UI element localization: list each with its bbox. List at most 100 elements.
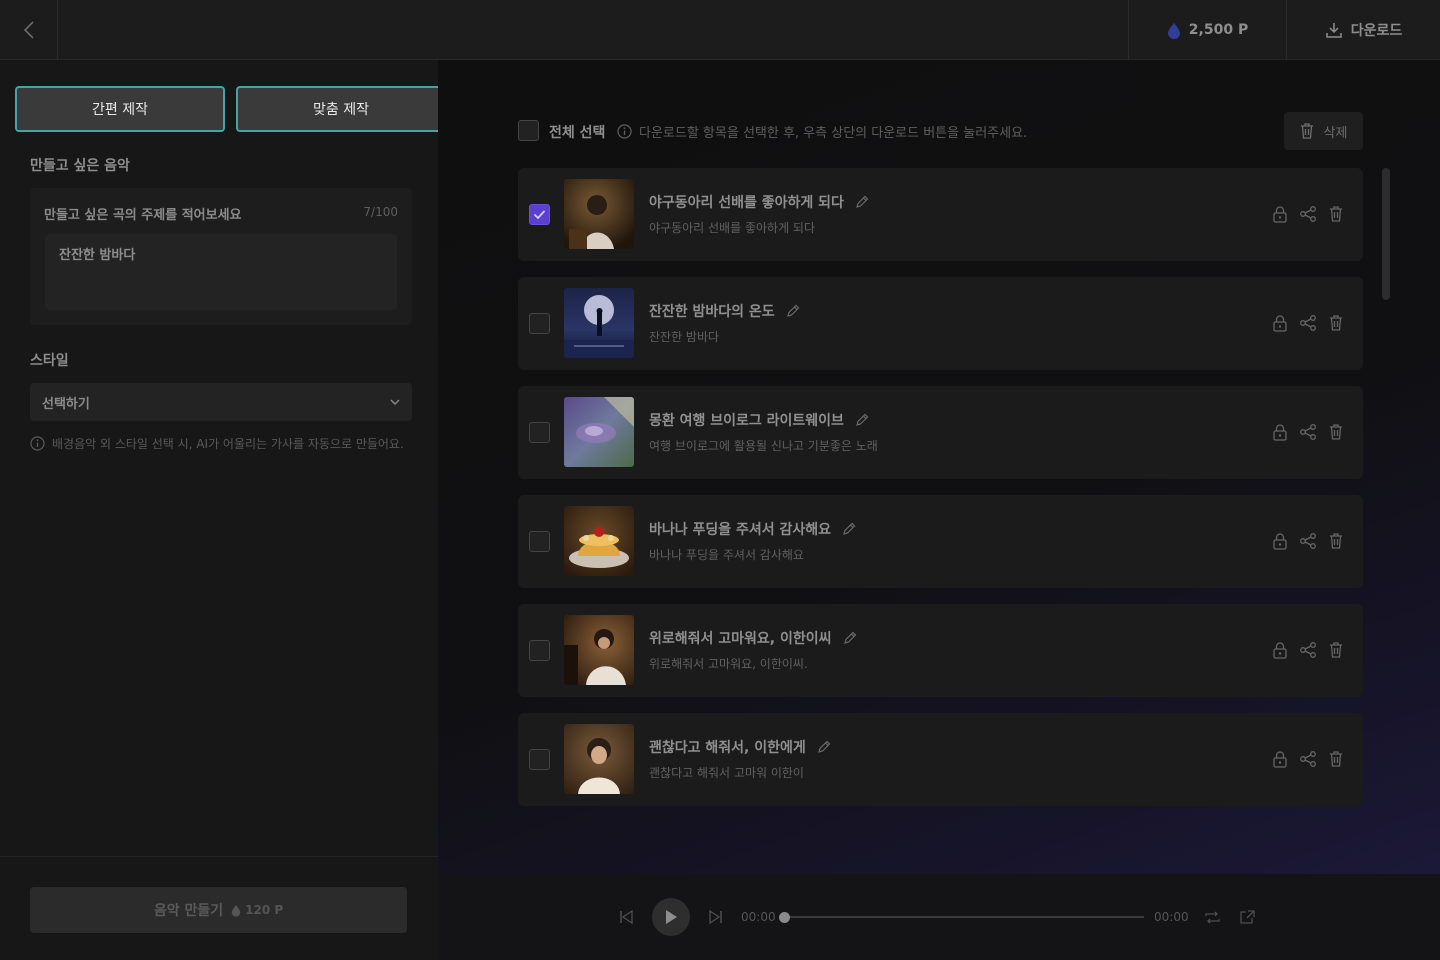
delete-song-button[interactable] (1327, 749, 1345, 769)
share-button[interactable] (1299, 313, 1317, 333)
song-thumbnail[interactable] (564, 615, 634, 685)
tab-custom-create[interactable]: 맞춤 제작 (236, 86, 446, 132)
edit-title-button[interactable] (840, 519, 858, 539)
lock-button[interactable] (1271, 313, 1289, 333)
lock-button[interactable] (1271, 749, 1289, 769)
tab-label: 맞춤 제작 (313, 102, 369, 118)
song-checkbox[interactable] (529, 531, 550, 552)
song-item[interactable]: 야구동아리 선배를 좋아하게 되다 야구동아리 선배를 좋아하게 되다 (518, 168, 1363, 261)
song-item[interactable]: 위로해줘서 고마워요, 이한이씨 위로해줘서 고마워요, 이한이씨. (518, 604, 1363, 697)
pencil-icon (843, 631, 856, 644)
drop-icon (1167, 22, 1180, 39)
song-checkbox[interactable] (529, 313, 550, 334)
lock-icon (1273, 206, 1287, 223)
make-music-label: 음악 만들기 (153, 903, 224, 919)
export-button[interactable] (1239, 874, 1256, 960)
trash-icon (1330, 424, 1342, 440)
progress-knob[interactable] (779, 912, 790, 923)
tab-label: 간편 제작 (92, 102, 148, 118)
song-item[interactable]: 잔잔한 밤바다의 온도 잔잔한 밤바다 (518, 277, 1363, 370)
edit-title-button[interactable] (853, 410, 871, 430)
song-thumbnail[interactable] (564, 179, 634, 249)
song-title: 몽환 여행 브이로그 라이트웨이브 (649, 410, 871, 430)
audio-player: 00:00 00:00 (438, 874, 1440, 960)
song-item[interactable]: 괜찮다고 해줘서, 이한에게 괜찮다고 해줘서 고마워 이한이 (518, 713, 1363, 806)
trash-icon (1330, 206, 1342, 222)
theme-input[interactable]: 잔잔한 밤바다 (45, 234, 397, 310)
tab-simple-create[interactable]: 간편 제작 (15, 86, 225, 132)
album-art-image (564, 288, 634, 358)
edit-title-button[interactable] (815, 737, 833, 757)
share-icon (1300, 315, 1316, 331)
delete-song-button[interactable] (1327, 204, 1345, 224)
song-subtitle: 여행 브이로그에 활용될 신나고 기분좋은 노래 (649, 439, 878, 453)
total-time: 00:00 (1154, 910, 1189, 924)
song-subtitle: 위로해줘서 고마워요, 이한이씨. (649, 657, 808, 671)
lock-button[interactable] (1271, 531, 1289, 551)
lock-button[interactable] (1271, 422, 1289, 442)
song-item[interactable]: 몽환 여행 브이로그 라이트웨이브 여행 브이로그에 활용될 신나고 기분좋은 … (518, 386, 1363, 479)
back-button[interactable] (0, 0, 58, 60)
delete-song-button[interactable] (1327, 422, 1345, 442)
edit-title-button[interactable] (784, 301, 802, 321)
song-title: 야구동아리 선배를 좋아하게 되다 (649, 192, 871, 212)
info-icon (30, 436, 45, 451)
song-thumbnail[interactable] (564, 397, 634, 467)
edit-title-button[interactable] (841, 628, 859, 648)
style-select[interactable]: 선택하기 (30, 383, 412, 421)
song-checkbox[interactable] (529, 204, 550, 225)
share-button[interactable] (1299, 422, 1317, 442)
download-button[interactable]: 다운로드 (1286, 0, 1440, 60)
chevron-left-icon (23, 21, 34, 39)
delete-selected-button[interactable]: 삭제 (1284, 112, 1363, 150)
pencil-icon (843, 522, 856, 535)
lock-icon (1273, 533, 1287, 550)
style-hint: 배경음악 외 스타일 선택 시, AI가 어울리는 가사를 자동으로 만들어요. (30, 435, 404, 452)
song-title: 괜찮다고 해줘서, 이한에게 (649, 737, 833, 757)
song-title: 위로해줘서 고마워요, 이한이씨 (649, 628, 859, 648)
album-art-image (564, 506, 634, 576)
lock-icon (1273, 751, 1287, 768)
song-title-text: 야구동아리 선배를 좋아하게 되다 (649, 195, 844, 211)
song-list-panel: 전체 선택 다운로드할 항목을 선택한 후, 우측 상단의 다운로드 버튼을 눌… (438, 60, 1440, 874)
skip-back-icon (620, 909, 633, 925)
repeat-button[interactable] (1204, 874, 1221, 960)
make-music-button[interactable]: 음악 만들기 120 P (30, 887, 407, 933)
song-thumbnail[interactable] (564, 288, 634, 358)
song-actions (1271, 749, 1345, 769)
play-button[interactable] (652, 898, 690, 936)
song-checkbox[interactable] (529, 749, 550, 770)
share-button[interactable] (1299, 204, 1317, 224)
list-scrollbar[interactable] (1382, 168, 1390, 300)
delete-song-button[interactable] (1327, 640, 1345, 660)
progress-track[interactable] (784, 916, 1144, 918)
song-subtitle: 잔잔한 밤바다 (649, 330, 720, 344)
make-cost: 120 P (231, 903, 283, 917)
share-button[interactable] (1299, 640, 1317, 660)
delete-song-button[interactable] (1327, 531, 1345, 551)
next-button[interactable] (708, 874, 724, 960)
album-art-image (564, 179, 634, 249)
top-bar: 2,500 P 다운로드 (0, 0, 1440, 60)
share-button[interactable] (1299, 749, 1317, 769)
prev-button[interactable] (618, 874, 634, 960)
lock-button[interactable] (1271, 204, 1289, 224)
song-item[interactable]: 바나나 푸딩을 주셔서 감사해요 바나나 푸딩을 주셔서 감사해요 (518, 495, 1363, 588)
song-title-text: 바나나 푸딩을 주셔서 감사해요 (649, 522, 832, 538)
song-thumbnail[interactable] (564, 506, 634, 576)
song-subtitle: 야구동아리 선배를 좋아하게 되다 (649, 221, 816, 235)
download-hint: 다운로드할 항목을 선택한 후, 우측 상단의 다운로드 버튼을 눌러주세요. (617, 122, 1027, 141)
delete-song-button[interactable] (1327, 313, 1345, 333)
current-time: 00:00 (741, 910, 776, 924)
song-thumbnail[interactable] (564, 724, 634, 794)
edit-title-button[interactable] (853, 192, 871, 212)
share-icon (1300, 206, 1316, 222)
song-subtitle: 바나나 푸딩을 주셔서 감사해요 (649, 548, 804, 562)
pencil-icon (856, 413, 869, 426)
song-checkbox[interactable] (529, 640, 550, 661)
lock-button[interactable] (1271, 640, 1289, 660)
share-icon (1300, 642, 1316, 658)
select-all-checkbox[interactable] (518, 120, 539, 141)
share-button[interactable] (1299, 531, 1317, 551)
song-checkbox[interactable] (529, 422, 550, 443)
